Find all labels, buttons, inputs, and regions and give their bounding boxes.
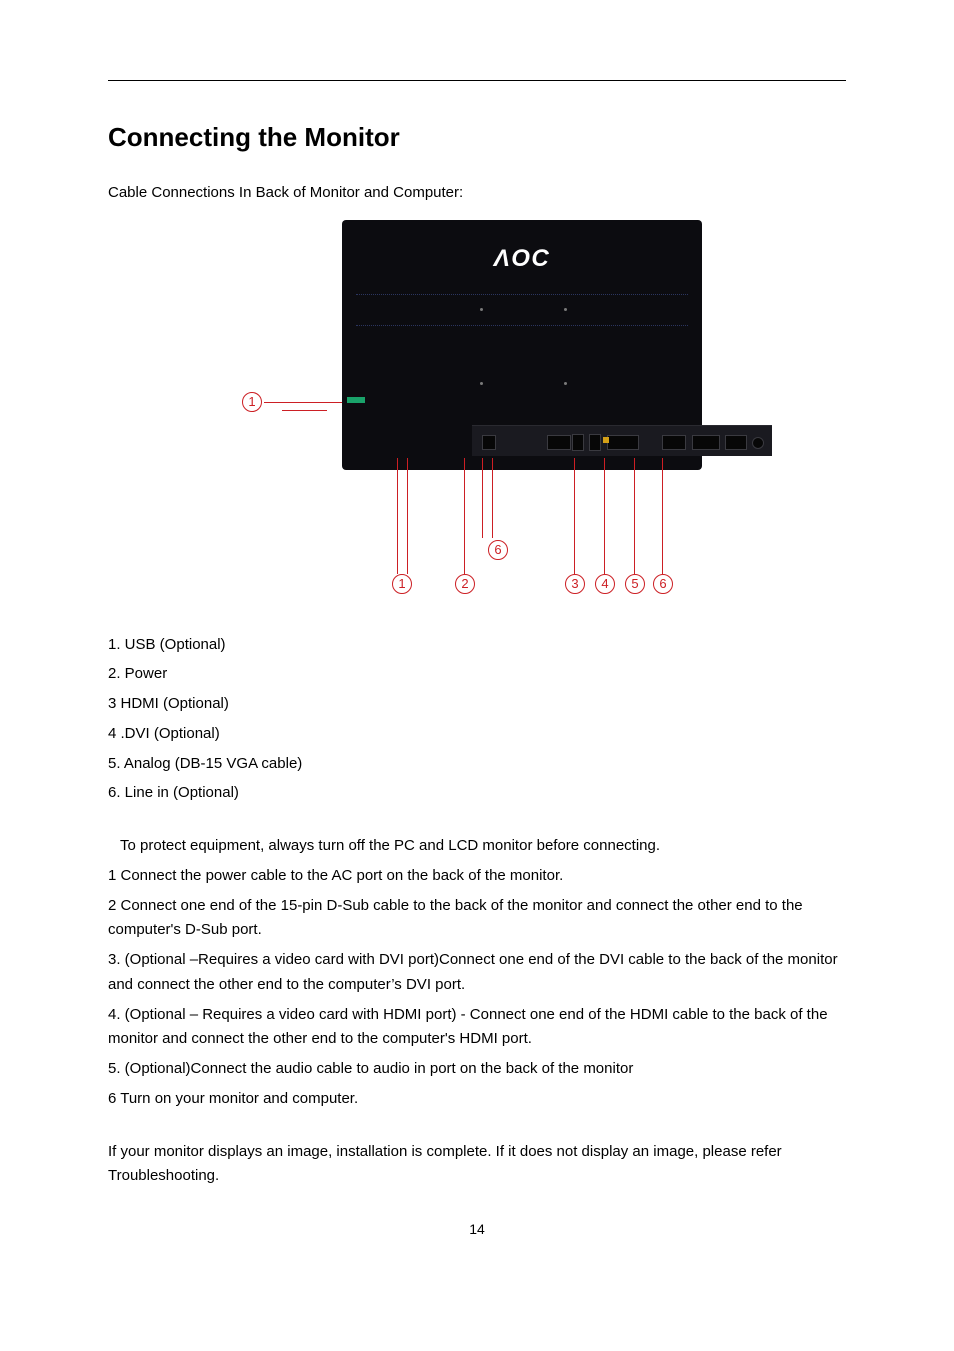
legend-item: 3 HDMI (Optional) (108, 692, 846, 717)
callout-line (604, 458, 605, 574)
callout-line (282, 410, 327, 411)
port-usb-illustration (482, 435, 496, 450)
legend-item: 2. Power (108, 662, 846, 687)
callout-line (464, 458, 465, 574)
callout-bottom-6: 6 (653, 574, 673, 594)
callout-line (634, 458, 635, 574)
step-item: 5. (Optional)Connect the audio cable to … (108, 1057, 846, 1082)
port-audio-illustration (752, 437, 764, 449)
step-item: 2 Connect one end of the 15-pin D-Sub ca… (108, 894, 846, 944)
screw-dot (480, 308, 483, 311)
callout-bottom-2: 2 (455, 574, 475, 594)
screw-dot (564, 308, 567, 311)
callout-line (397, 458, 398, 574)
callout-line (407, 458, 408, 574)
page-title: Connecting the Monitor (108, 116, 846, 159)
legend-item: 4 .DVI (Optional) (108, 722, 846, 747)
callout-line (662, 458, 663, 574)
port-socket-illustration (589, 434, 601, 451)
callout-line (574, 458, 575, 574)
page-number: 14 (0, 1218, 954, 1241)
legend-item: 6. Line in (Optional) (108, 781, 846, 806)
callout-line (482, 458, 483, 538)
instruction-steps: To protect equipment, always turn off th… (108, 834, 846, 1112)
callout-line (492, 458, 493, 538)
port-hdmi-illustration (662, 435, 686, 450)
intro-text: Cable Connections In Back of Monitor and… (108, 181, 846, 206)
screw-dot (564, 382, 567, 385)
callout-mid-6: 6 (488, 540, 508, 560)
step-item: 6 Turn on your monitor and computer. (108, 1087, 846, 1112)
monitor-back-illustration: ΛOC (342, 220, 702, 470)
vent-band (356, 294, 688, 326)
screw-dot (480, 382, 483, 385)
port-power-illustration (547, 435, 571, 450)
usb-port-illustration (347, 397, 365, 403)
callout-bottom-4: 4 (595, 574, 615, 594)
step-item: 3. (Optional –Requires a video card with… (108, 948, 846, 998)
step-item: 4. (Optional – Requires a video card wit… (108, 1003, 846, 1053)
steps-lead: To protect equipment, always turn off th… (108, 834, 846, 859)
step-item: 1 Connect the power cable to the AC port… (108, 864, 846, 889)
callout-bottom-3: 3 (565, 574, 585, 594)
callout-side-1: 1 (242, 392, 262, 412)
connector-panel (472, 425, 772, 456)
callout-line (264, 402, 342, 403)
brand-logo: ΛOC (342, 239, 702, 279)
connection-diagram: 1 ΛOC (242, 220, 712, 605)
port-mid-illustration (607, 435, 639, 450)
port-socket-illustration (572, 434, 584, 451)
indicator-dot (603, 437, 609, 443)
horizontal-rule (108, 80, 846, 81)
legend-item: 5. Analog (DB-15 VGA cable) (108, 752, 846, 777)
port-vga-illustration (725, 435, 747, 450)
closing-note: If your monitor displays an image, insta… (108, 1140, 846, 1190)
port-legend: 1. USB (Optional) 2. Power 3 HDMI (Optio… (108, 633, 846, 807)
port-dvi-illustration (692, 435, 720, 450)
callout-bottom-1: 1 (392, 574, 412, 594)
document-page: Connecting the Monitor Cable Connections… (0, 0, 954, 1351)
legend-item: 1. USB (Optional) (108, 633, 846, 658)
callout-bottom-5: 5 (625, 574, 645, 594)
